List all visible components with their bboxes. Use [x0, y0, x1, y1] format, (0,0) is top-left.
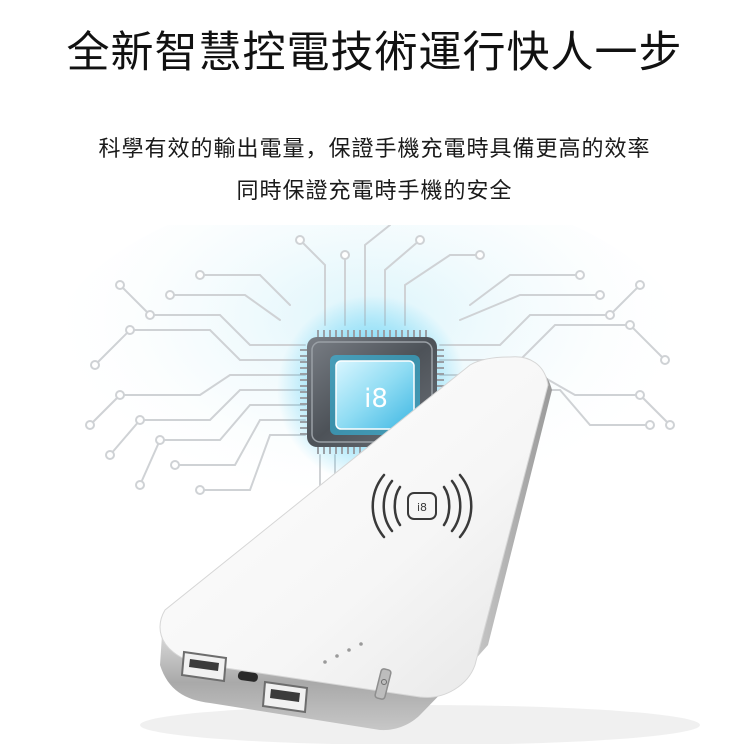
subtitle-line-1: 科學有效的輸出電量，保證手機充電時具備更高的效率: [98, 137, 651, 162]
headline: 全新智慧控電技術運行快人一步: [66, 28, 683, 78]
indicator-light: [347, 648, 351, 652]
usb-port-left: [180, 650, 228, 683]
chip-label: i8: [364, 384, 388, 414]
indicator-light: [323, 660, 327, 664]
product-illustration: i8 i8: [40, 225, 700, 744]
wireless-logo-label: i8: [417, 501, 427, 514]
subtitle-line-2: 同時保證充電時手機的安全: [236, 179, 513, 204]
indicator-light: [335, 654, 339, 658]
indicator-light: [359, 642, 363, 646]
usb-port-right: [261, 680, 309, 714]
